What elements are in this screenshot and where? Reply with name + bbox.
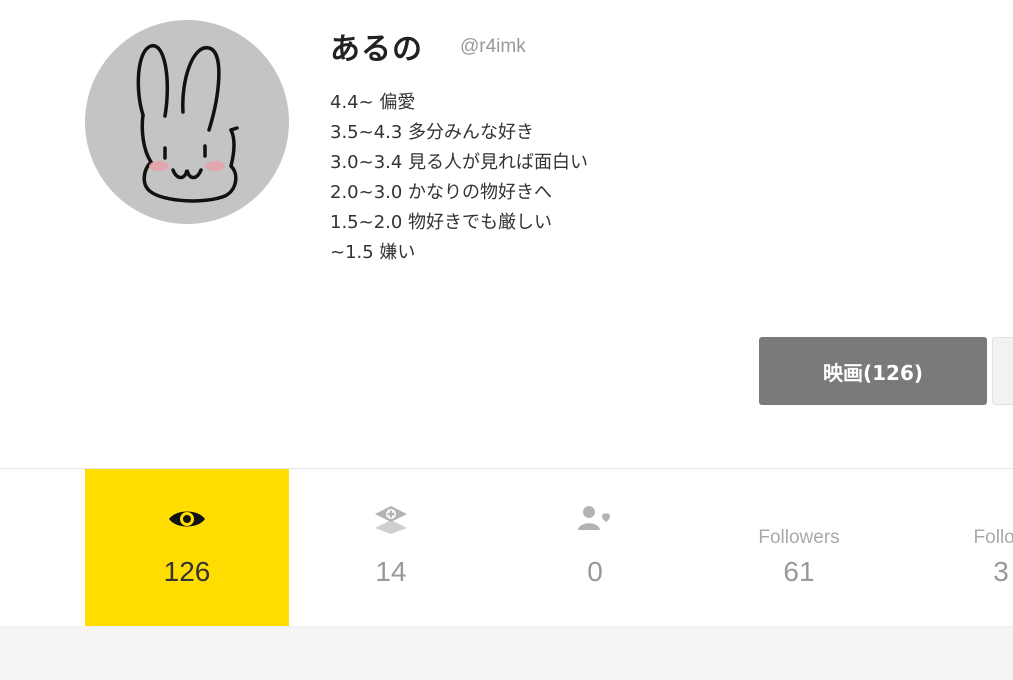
profile-handle[interactable]: @r4imk [460, 36, 526, 58]
stat-followers-count: 61 [783, 556, 815, 587]
bio-line: 4.4~ 偏愛 [330, 92, 416, 113]
film-plus-icon [289, 501, 493, 537]
stat-fans[interactable]: 0 [493, 469, 697, 626]
stat-clips[interactable]: 14 [289, 469, 493, 626]
stat-followers-label: Followers [758, 527, 840, 548]
stat-watched[interactable]: 126 [85, 469, 289, 626]
stat-watched-count: 126 [163, 556, 211, 587]
stat-following-label: Follow [973, 527, 1013, 548]
stat-following[interactable]: Follow 3 [899, 469, 1013, 626]
profile-name: あるの [330, 32, 423, 67]
eye-icon [85, 501, 289, 537]
user-heart-icon [493, 501, 697, 537]
profile-bio: 4.4~ 偏愛 3.5~4.3 多分みんな好き 3.0~3.4 見る人が見れば面… [330, 88, 588, 268]
stat-fans-count: 0 [587, 556, 603, 587]
tab-movies[interactable]: 映画(126) [759, 337, 987, 405]
profile-page: あるの @r4imk 4.4~ 偏愛 3.5~4.3 多分みんな好き 3.0~3… [0, 0, 1013, 680]
content-area [0, 627, 1013, 680]
stat-clips-count: 14 [375, 556, 407, 587]
rabbit-avatar-icon [136, 44, 239, 203]
stats-bar: 126 14 0 Followers 61 Follo 3 [0, 469, 1013, 626]
avatar[interactable] [85, 20, 289, 224]
stat-following-count: 3 [993, 556, 1009, 587]
bio-line: 2.0~3.0 かなりの物好きへ [330, 182, 553, 203]
bio-line: 1.5~2.0 物好きでも厳しい [330, 212, 553, 233]
stat-followers[interactable]: Followers 61 [697, 469, 901, 626]
bio-line: 3.5~4.3 多分みんな好き [330, 122, 535, 143]
bio-line: 3.0~3.4 見る人が見れば面白い [330, 152, 589, 173]
tab-next[interactable] [992, 337, 1013, 405]
bio-line: ~1.5 嫌い [330, 242, 416, 263]
